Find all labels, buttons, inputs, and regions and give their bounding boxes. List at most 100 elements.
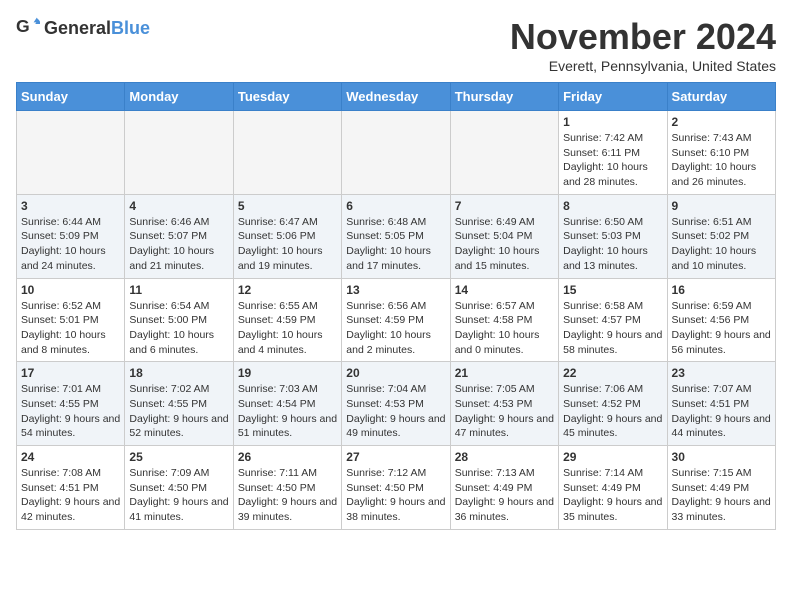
day-number: 1: [563, 115, 662, 129]
day-info: Sunrise: 7:03 AMSunset: 4:54 PMDaylight:…: [238, 382, 337, 441]
day-info: Sunrise: 6:59 AMSunset: 4:56 PMDaylight:…: [672, 299, 771, 358]
day-info: Sunrise: 6:55 AMSunset: 4:59 PMDaylight:…: [238, 299, 337, 358]
weekday-header-sunday: Sunday: [17, 83, 125, 111]
day-number: 13: [346, 283, 445, 297]
day-info: Sunrise: 6:47 AMSunset: 5:06 PMDaylight:…: [238, 215, 337, 274]
calendar-cell: [342, 111, 450, 195]
calendar-cell: 14 Sunrise: 6:57 AMSunset: 4:58 PMDayligh…: [450, 278, 558, 362]
day-number: 9: [672, 199, 771, 213]
logo-blue: Blue: [111, 18, 150, 38]
calendar-cell: [450, 111, 558, 195]
calendar-cell: 12 Sunrise: 6:55 AMSunset: 4:59 PMDayligh…: [233, 278, 341, 362]
day-info: Sunrise: 6:50 AMSunset: 5:03 PMDaylight:…: [563, 215, 662, 274]
day-info: Sunrise: 6:57 AMSunset: 4:58 PMDaylight:…: [455, 299, 554, 358]
day-number: 21: [455, 366, 554, 380]
logo: G GeneralBlue: [16, 16, 150, 40]
calendar-cell: 3Sunrise: 6:44 AMSunset: 5:09 PMDaylight…: [17, 194, 125, 278]
calendar-cell: 7 Sunrise: 6:49 AMSunset: 5:04 PMDaylight…: [450, 194, 558, 278]
weekday-header-wednesday: Wednesday: [342, 83, 450, 111]
day-number: 2: [672, 115, 771, 129]
calendar-cell: 25 Sunrise: 7:09 AMSunset: 4:50 PMDayligh…: [125, 446, 233, 530]
day-info: Sunrise: 7:43 AMSunset: 6:10 PMDaylight:…: [672, 131, 771, 190]
day-info: Sunrise: 6:49 AMSunset: 5:04 PMDaylight:…: [455, 215, 554, 274]
calendar-week-row: 1Sunrise: 7:42 AMSunset: 6:11 PMDaylight…: [17, 111, 776, 195]
day-info: Sunrise: 7:15 AMSunset: 4:49 PMDaylight:…: [672, 466, 771, 525]
day-info: Sunrise: 7:01 AMSunset: 4:55 PMDaylight:…: [21, 382, 120, 441]
weekday-header-saturday: Saturday: [667, 83, 775, 111]
svg-text:G: G: [16, 16, 30, 36]
calendar-cell: 2 Sunrise: 7:43 AMSunset: 6:10 PMDaylight…: [667, 111, 775, 195]
day-info: Sunrise: 7:09 AMSunset: 4:50 PMDaylight:…: [129, 466, 228, 525]
calendar-cell: 22Sunrise: 7:06 AMSunset: 4:52 PMDayligh…: [559, 362, 667, 446]
calendar-cell: 28Sunrise: 7:13 AMSunset: 4:49 PMDayligh…: [450, 446, 558, 530]
day-number: 12: [238, 283, 337, 297]
calendar-cell: 16 Sunrise: 6:59 AMSunset: 4:56 PMDayligh…: [667, 278, 775, 362]
day-info: Sunrise: 7:07 AMSunset: 4:51 PMDaylight:…: [672, 382, 771, 441]
day-info: Sunrise: 7:06 AMSunset: 4:52 PMDaylight:…: [563, 382, 662, 441]
calendar-table: SundayMondayTuesdayWednesdayThursdayFrid…: [16, 82, 776, 530]
day-number: 20: [346, 366, 445, 380]
day-number: 10: [21, 283, 120, 297]
calendar-cell: 26Sunrise: 7:11 AMSunset: 4:50 PMDayligh…: [233, 446, 341, 530]
day-number: 18: [129, 366, 228, 380]
month-title: November 2024: [510, 16, 776, 58]
day-info: Sunrise: 7:04 AMSunset: 4:53 PMDaylight:…: [346, 382, 445, 441]
day-info: Sunrise: 7:05 AMSunset: 4:53 PMDaylight:…: [455, 382, 554, 441]
calendar-cell: 24 Sunrise: 7:08 AMSunset: 4:51 PMDayligh…: [17, 446, 125, 530]
calendar-cell: 17 Sunrise: 7:01 AMSunset: 4:55 PMDayligh…: [17, 362, 125, 446]
calendar-header-row: SundayMondayTuesdayWednesdayThursdayFrid…: [17, 83, 776, 111]
day-number: 7: [455, 199, 554, 213]
calendar-cell: 8Sunrise: 6:50 AMSunset: 5:03 PMDaylight…: [559, 194, 667, 278]
day-number: 17: [21, 366, 120, 380]
logo-icon: G: [16, 16, 40, 40]
day-number: 4: [129, 199, 228, 213]
calendar-cell: 10 Sunrise: 6:52 AMSunset: 5:01 PMDayligh…: [17, 278, 125, 362]
calendar-week-row: 24 Sunrise: 7:08 AMSunset: 4:51 PMDayligh…: [17, 446, 776, 530]
day-number: 26: [238, 450, 337, 464]
day-number: 6: [346, 199, 445, 213]
calendar-cell: 11Sunrise: 6:54 AMSunset: 5:00 PMDayligh…: [125, 278, 233, 362]
day-info: Sunrise: 6:51 AMSunset: 5:02 PMDaylight:…: [672, 215, 771, 274]
calendar-cell: 15Sunrise: 6:58 AMSunset: 4:57 PMDayligh…: [559, 278, 667, 362]
calendar-cell: 29 Sunrise: 7:14 AMSunset: 4:49 PMDayligh…: [559, 446, 667, 530]
day-info: Sunrise: 6:44 AMSunset: 5:09 PMDaylight:…: [21, 215, 120, 274]
day-number: 16: [672, 283, 771, 297]
day-number: 28: [455, 450, 554, 464]
calendar-cell: 30 Sunrise: 7:15 AMSunset: 4:49 PMDayligh…: [667, 446, 775, 530]
day-info: Sunrise: 6:48 AMSunset: 5:05 PMDaylight:…: [346, 215, 445, 274]
day-info: Sunrise: 7:14 AMSunset: 4:49 PMDaylight:…: [563, 466, 662, 525]
calendar-cell: [17, 111, 125, 195]
calendar-cell: 1Sunrise: 7:42 AMSunset: 6:11 PMDaylight…: [559, 111, 667, 195]
calendar-cell: 27Sunrise: 7:12 AMSunset: 4:50 PMDayligh…: [342, 446, 450, 530]
calendar-cell: 13 Sunrise: 6:56 AMSunset: 4:59 PMDayligh…: [342, 278, 450, 362]
weekday-header-thursday: Thursday: [450, 83, 558, 111]
day-number: 29: [563, 450, 662, 464]
day-number: 24: [21, 450, 120, 464]
day-number: 30: [672, 450, 771, 464]
day-number: 14: [455, 283, 554, 297]
day-info: Sunrise: 7:02 AMSunset: 4:55 PMDaylight:…: [129, 382, 228, 441]
day-info: Sunrise: 6:56 AMSunset: 4:59 PMDaylight:…: [346, 299, 445, 358]
day-number: 19: [238, 366, 337, 380]
calendar-week-row: 10 Sunrise: 6:52 AMSunset: 5:01 PMDayligh…: [17, 278, 776, 362]
calendar-week-row: 17 Sunrise: 7:01 AMSunset: 4:55 PMDayligh…: [17, 362, 776, 446]
calendar-cell: [233, 111, 341, 195]
logo-general: General: [44, 18, 111, 38]
calendar-cell: 4Sunrise: 6:46 AMSunset: 5:07 PMDaylight…: [125, 194, 233, 278]
weekday-header-monday: Monday: [125, 83, 233, 111]
day-info: Sunrise: 7:08 AMSunset: 4:51 PMDaylight:…: [21, 466, 120, 525]
day-number: 25: [129, 450, 228, 464]
day-number: 23: [672, 366, 771, 380]
calendar-cell: 18 Sunrise: 7:02 AMSunset: 4:55 PMDayligh…: [125, 362, 233, 446]
calendar-cell: 21 Sunrise: 7:05 AMSunset: 4:53 PMDayligh…: [450, 362, 558, 446]
day-info: Sunrise: 6:52 AMSunset: 5:01 PMDaylight:…: [21, 299, 120, 358]
day-number: 11: [129, 283, 228, 297]
weekday-header-tuesday: Tuesday: [233, 83, 341, 111]
day-info: Sunrise: 6:58 AMSunset: 4:57 PMDaylight:…: [563, 299, 662, 358]
calendar-cell: 20 Sunrise: 7:04 AMSunset: 4:53 PMDayligh…: [342, 362, 450, 446]
calendar-cell: 6 Sunrise: 6:48 AMSunset: 5:05 PMDaylight…: [342, 194, 450, 278]
calendar-cell: 9 Sunrise: 6:51 AMSunset: 5:02 PMDaylight…: [667, 194, 775, 278]
title-area: November 2024 Everett, Pennsylvania, Uni…: [510, 16, 776, 74]
calendar-cell: [125, 111, 233, 195]
calendar-cell: 23 Sunrise: 7:07 AMSunset: 4:51 PMDayligh…: [667, 362, 775, 446]
